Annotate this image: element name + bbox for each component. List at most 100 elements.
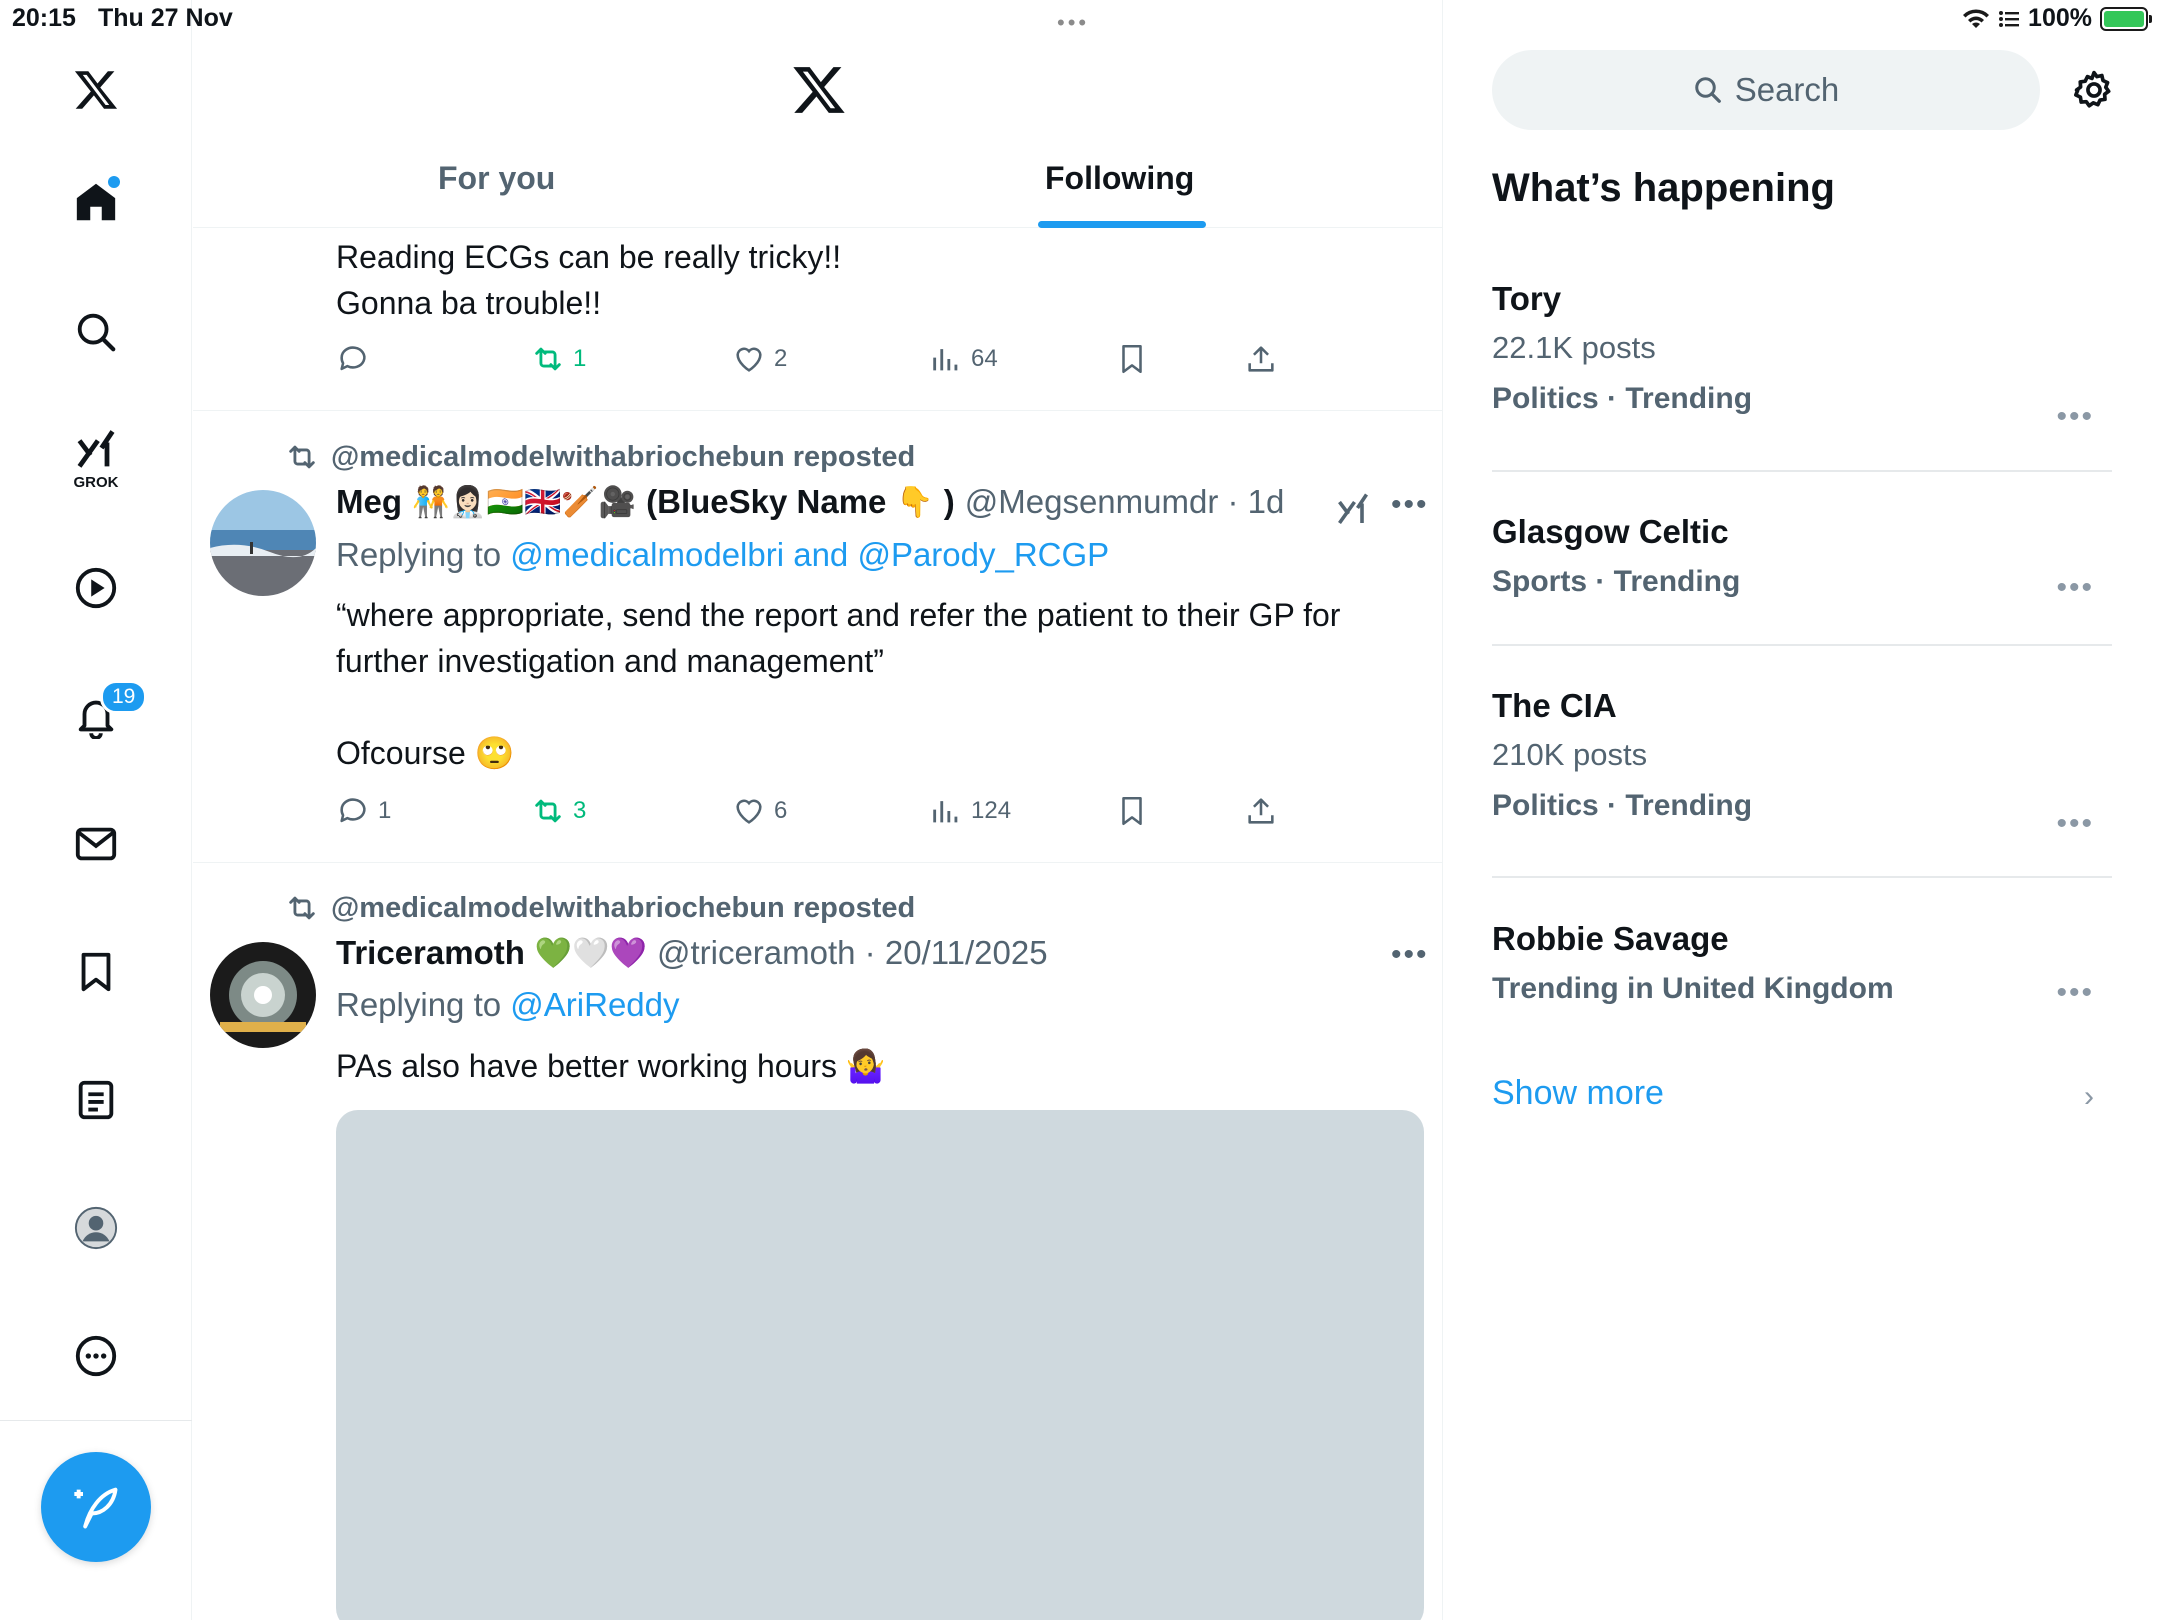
nav-explore[interactable] [64,300,128,364]
repost-button[interactable]: 3 [531,794,586,828]
reply-button[interactable] [336,342,378,376]
tab-following[interactable]: Following [1045,160,1194,197]
post-text-line: further investigation and management” [336,643,884,679]
multitask-dots[interactable]: ••• [1057,10,1089,36]
trend-item[interactable]: Tory 22.1K posts Politics · Trending ••• [1492,280,2112,433]
post-media[interactable] [336,1110,1424,1620]
post-text-emoji: 🤷‍♀️ [845,1048,886,1084]
trend-topic: Tory [1492,280,1562,317]
nav-home[interactable] [64,170,128,234]
play-icon [75,567,117,609]
trend-divider [1492,644,2112,646]
share-button[interactable] [1244,794,1278,828]
nav-video[interactable] [64,556,128,620]
tab-for-you[interactable]: For you [438,160,555,197]
search-input[interactable]: Search [1492,50,2040,130]
reply-icon [340,346,366,371]
repost-icon [289,896,315,920]
author-line: Triceramoth 💚🤍💜 @triceramoth · 20/11/202… [336,934,1048,972]
post-actions: 1 2 64 [336,342,1336,382]
bookmark-button[interactable] [1115,794,1149,828]
repost-button[interactable]: 1 [531,342,586,376]
post-text-line: Reading ECGs can be really tricky!! [336,239,842,275]
nav-grok[interactable]: GROK [64,424,128,491]
reposted-by: @medicalmodelwithabriochebun reposted [331,440,916,473]
author-emojis: 🧑‍🤝‍🧑👩🏻‍⚕️🇮🇳🇬🇧🏏🎥 [412,485,637,519]
compose-button[interactable] [41,1452,151,1562]
nav-profile[interactable] [64,1196,128,1260]
chevron-right-icon[interactable]: › [2084,1080,2094,1114]
trend-more-icon[interactable]: ••• [2056,976,2094,1010]
like-button[interactable]: 2 [732,342,787,376]
replying-to-link[interactable]: @AriReddy [510,986,679,1023]
views-button[interactable]: 64 [929,342,998,376]
trend-item[interactable]: Robbie Savage Trending in United Kingdom… [1492,920,2112,1009]
share-button[interactable] [1244,342,1278,376]
replying-prefix: Replying to [336,536,502,573]
post-divider [193,410,1442,411]
avatar[interactable] [210,490,316,596]
author-line: Meg 🧑‍🤝‍🧑👩🏻‍⚕️🇮🇳🇬🇧🏏🎥 (BlueSky Name 👇 ) @… [336,483,1284,521]
active-tab-indicator [1038,221,1206,228]
trend-posts: 210K posts [1492,737,1648,772]
heart-icon [736,799,762,824]
search-icon [77,313,116,352]
trend-more-icon[interactable]: ••• [2056,807,2094,841]
trend-item[interactable]: The CIA 210K posts Politics · Trending •… [1492,687,2112,840]
replying-to: Replying to @AriReddy [336,986,680,1024]
author-suffix-close: ) [943,483,955,520]
view-count: 64 [971,345,998,372]
trend-topic: The CIA [1492,687,1617,724]
trend-more-icon[interactable]: ••• [2056,571,2094,605]
author-handle[interactable]: @Megsenmumdr · 1d [965,483,1285,521]
list-doc-icon [78,1080,114,1120]
wifi-icon [1963,8,1990,28]
trend-category: Sports · Trending [1492,565,1741,598]
like-button[interactable]: 6 [732,794,787,828]
views-button[interactable]: 124 [929,794,1011,828]
reposted-by: @medicalmodelwithabriochebun reposted [331,891,916,924]
grok-icon[interactable] [1335,490,1371,526]
heart-icon [736,347,762,372]
share-icon [1248,346,1274,372]
nav-messages[interactable] [64,812,128,876]
trend-category: Politics · Trending [1492,789,1753,822]
views-icon [933,801,958,823]
left-nav: GROK 19 [0,0,192,1620]
author-name[interactable]: Triceramoth [336,934,525,972]
nav-more[interactable] [64,1324,128,1388]
replying-to-link[interactable]: @medicalmodelbri and @Parody_RCGP [510,536,1109,573]
post-text-word: Ofcourse [336,735,466,771]
bookmark-button[interactable] [1115,342,1149,376]
settings-gear-icon[interactable] [2072,68,2116,112]
view-count: 124 [971,797,1012,824]
nav-notifications[interactable]: 19 [64,680,148,748]
nav-lists[interactable] [64,1068,128,1132]
post-text-line: Gonna ba trouble!! [336,285,602,321]
show-more-link[interactable]: Show more [1492,1074,1664,1113]
author-handle[interactable]: @triceramoth · 20/11/2025 [657,934,1048,972]
post-more-icon[interactable]: ••• [1391,488,1429,522]
x-logo-icon[interactable] [791,62,847,118]
nav-bookmarks[interactable] [64,940,128,1004]
post-more-icon[interactable]: ••• [1391,938,1429,972]
trend-divider [1492,470,2112,472]
repost-icon [289,445,315,469]
x-logo-icon [74,71,118,109]
x-logo-nav[interactable] [64,58,128,122]
replying-to: Replying to @medicalmodelbri and @Parody… [336,536,1109,574]
author-suffix[interactable]: (BlueSky Name [646,483,886,521]
profile-avatar-icon [74,1206,118,1250]
compose-feather-icon [74,1487,118,1529]
avatar[interactable] [210,942,316,1048]
trend-item[interactable]: Glasgow Celtic Sports · Trending ••• [1492,513,2112,604]
author-name[interactable]: Meg [336,483,402,521]
trend-topic: Glasgow Celtic [1492,513,1729,550]
bookmark-icon [1122,796,1142,826]
share-icon [1248,798,1274,824]
like-count: 6 [774,797,788,824]
status-bar: 20:15 Thu 27 Nov ••• 100% [0,0,2160,40]
trend-more-icon[interactable]: ••• [2056,400,2094,434]
reply-button[interactable]: 1 [336,794,391,828]
post-actions: 1 3 6 124 [336,794,1336,834]
